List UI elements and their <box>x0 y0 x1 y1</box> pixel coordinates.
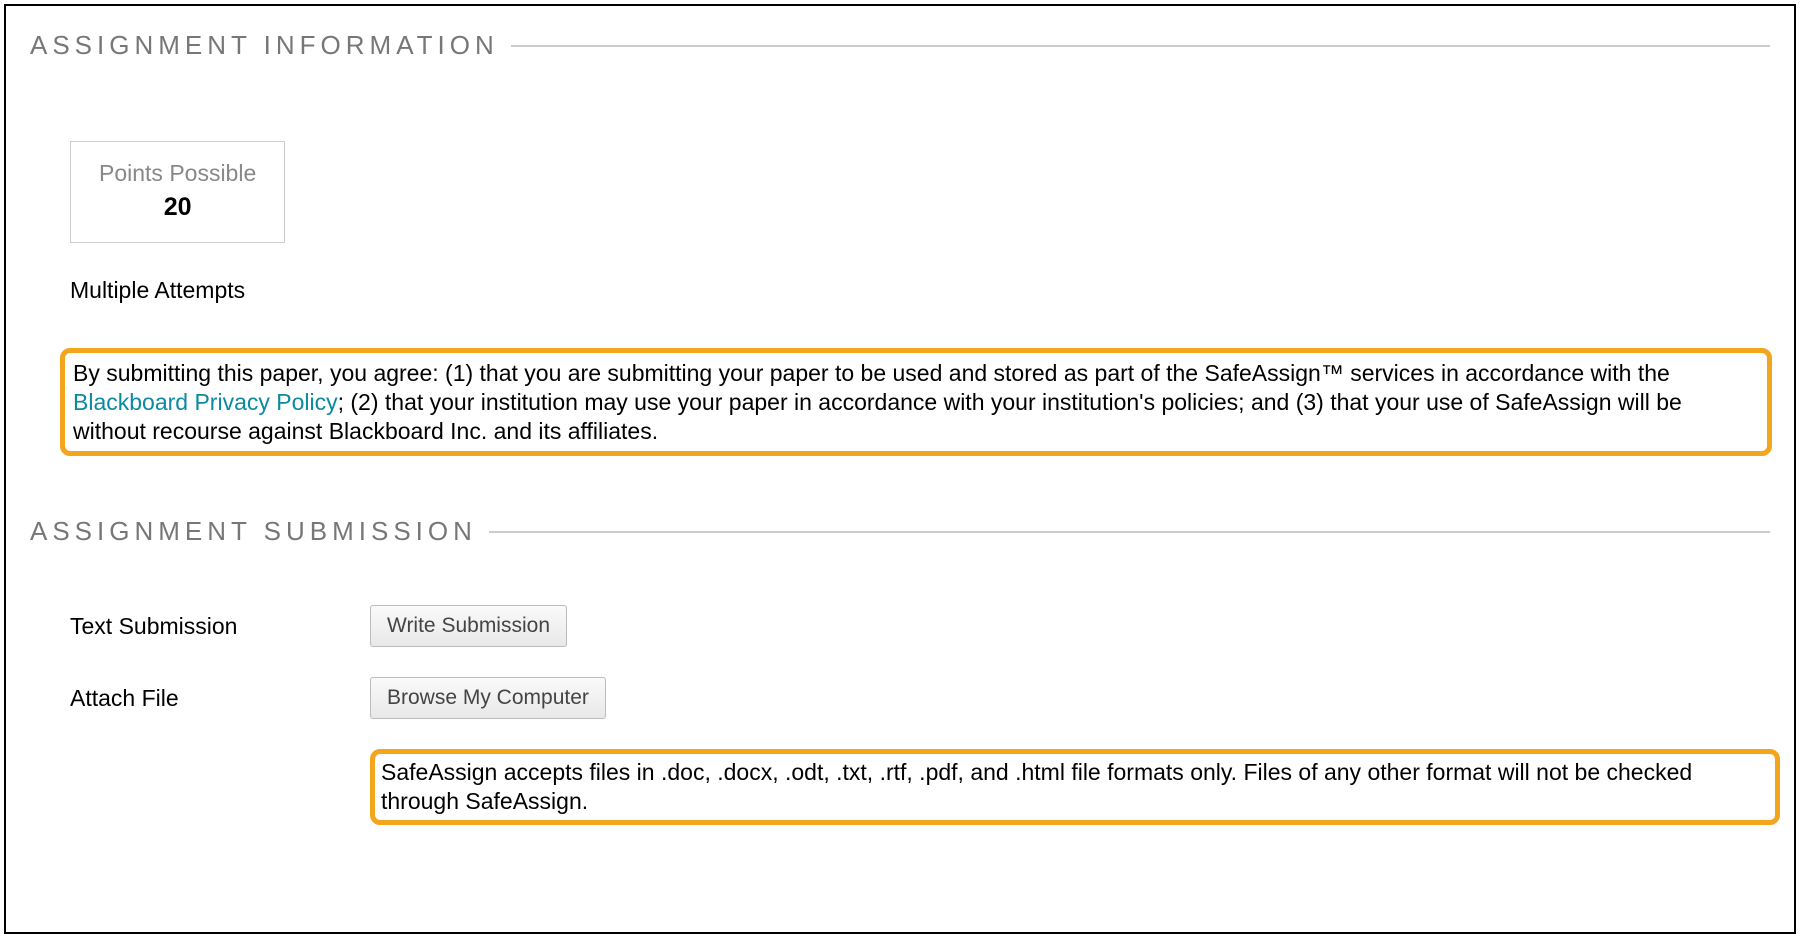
divider <box>511 45 1770 47</box>
points-possible-value: 20 <box>99 193 256 222</box>
safeassign-notice: By submitting this paper, you agree: (1)… <box>60 348 1772 456</box>
text-submission-label: Text Submission <box>70 613 370 640</box>
assignment-info-header: ASSIGNMENT INFORMATION <box>30 30 1770 61</box>
safeassign-notice-text: By submitting this paper, you agree: (1)… <box>73 359 1759 445</box>
points-possible-label: Points Possible <box>99 160 256 187</box>
text-submission-row: Text Submission Write Submission <box>70 605 1770 647</box>
assignment-page: ASSIGNMENT INFORMATION Points Possible 2… <box>4 4 1796 934</box>
file-format-notice-text: SafeAssign accepts files in .doc, .docx,… <box>381 758 1769 816</box>
write-submission-button[interactable]: Write Submission <box>370 605 567 647</box>
file-format-notice: SafeAssign accepts files in .doc, .docx,… <box>370 749 1780 825</box>
divider <box>489 531 1770 533</box>
browse-my-computer-button[interactable]: Browse My Computer <box>370 677 606 719</box>
assignment-submission-section: ASSIGNMENT SUBMISSION Text Submission Wr… <box>30 516 1770 825</box>
assignment-submission-header: ASSIGNMENT SUBMISSION <box>30 516 1770 547</box>
privacy-policy-link[interactable]: Blackboard Privacy Policy <box>73 389 338 415</box>
attach-file-row: Attach File Browse My Computer <box>70 677 1770 719</box>
attach-file-label: Attach File <box>70 685 370 712</box>
points-possible-box: Points Possible 20 <box>70 141 285 243</box>
assignment-info-title: ASSIGNMENT INFORMATION <box>30 30 499 61</box>
multiple-attempts-label: Multiple Attempts <box>70 277 1762 304</box>
assignment-info-body: Points Possible 20 Multiple Attempts By … <box>30 91 1770 456</box>
notice-text-part1: By submitting this paper, you agree: (1)… <box>73 360 1670 386</box>
assignment-submission-body: Text Submission Write Submission Attach … <box>30 605 1770 825</box>
assignment-submission-title: ASSIGNMENT SUBMISSION <box>30 516 477 547</box>
